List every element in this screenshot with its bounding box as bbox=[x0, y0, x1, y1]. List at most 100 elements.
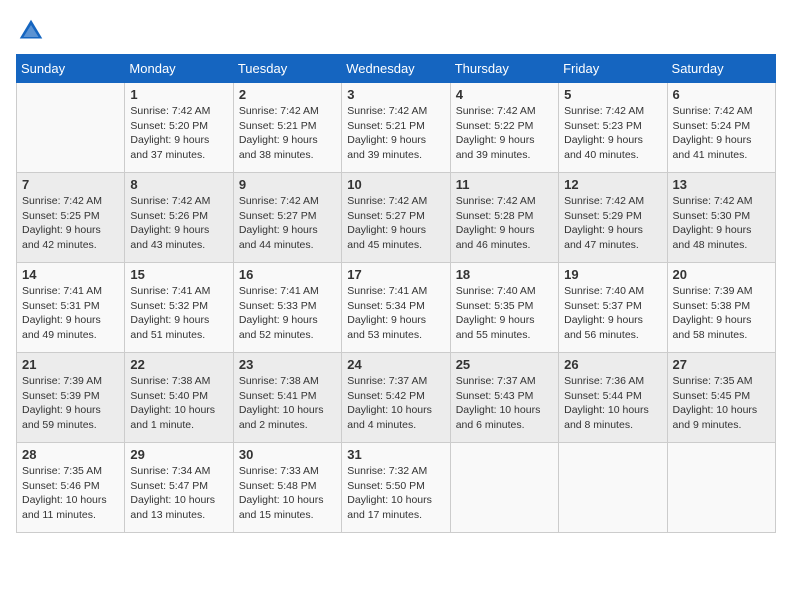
day-number: 25 bbox=[456, 357, 553, 372]
day-info: Sunrise: 7:42 AM Sunset: 5:21 PM Dayligh… bbox=[347, 104, 444, 163]
calendar-cell: 7 Sunrise: 7:42 AM Sunset: 5:25 PM Daylig… bbox=[17, 173, 125, 263]
day-number: 20 bbox=[673, 267, 770, 282]
day-of-week-header: Tuesday bbox=[233, 55, 341, 83]
calendar-cell: 21Sunrise: 7:39 AM Sunset: 5:39 PM Dayli… bbox=[17, 353, 125, 443]
day-info: Sunrise: 7:38 AM Sunset: 5:41 PM Dayligh… bbox=[239, 374, 336, 433]
calendar-cell bbox=[559, 443, 667, 533]
day-info: Sunrise: 7:36 AM Sunset: 5:44 PM Dayligh… bbox=[564, 374, 661, 433]
day-info: Sunrise: 7:42 AM Sunset: 5:26 PM Dayligh… bbox=[130, 194, 227, 253]
day-info: Sunrise: 7:40 AM Sunset: 5:35 PM Dayligh… bbox=[456, 284, 553, 343]
calendar-cell: 2 Sunrise: 7:42 AM Sunset: 5:21 PM Daylig… bbox=[233, 83, 341, 173]
day-number: 6 bbox=[673, 87, 770, 102]
day-number: 2 bbox=[239, 87, 336, 102]
day-info: Sunrise: 7:35 AM Sunset: 5:46 PM Dayligh… bbox=[22, 464, 119, 523]
calendar-cell: 29Sunrise: 7:34 AM Sunset: 5:47 PM Dayli… bbox=[125, 443, 233, 533]
calendar-body: 1Sunrise: 7:42 AM Sunset: 5:20 PM Daylig… bbox=[17, 83, 776, 533]
day-of-week-header: Sunday bbox=[17, 55, 125, 83]
calendar-cell: 11 Sunrise: 7:42 AM Sunset: 5:28 PM Dayli… bbox=[450, 173, 558, 263]
calendar-cell: 18Sunrise: 7:40 AM Sunset: 5:35 PM Dayli… bbox=[450, 263, 558, 353]
calendar-cell bbox=[450, 443, 558, 533]
calendar-week-row: 21Sunrise: 7:39 AM Sunset: 5:39 PM Dayli… bbox=[17, 353, 776, 443]
calendar-cell: 27 Sunrise: 7:35 AM Sunset: 5:45 PM Dayli… bbox=[667, 353, 775, 443]
calendar-cell: 24 Sunrise: 7:37 AM Sunset: 5:42 PM Dayli… bbox=[342, 353, 450, 443]
day-number: 30 bbox=[239, 447, 336, 462]
calendar-cell: 9 Sunrise: 7:42 AM Sunset: 5:27 PM Daylig… bbox=[233, 173, 341, 263]
day-number: 17 bbox=[347, 267, 444, 282]
day-info: Sunrise: 7:42 AM Sunset: 5:24 PM Dayligh… bbox=[673, 104, 770, 163]
day-info: Sunrise: 7:39 AM Sunset: 5:38 PM Dayligh… bbox=[673, 284, 770, 343]
day-info: Sunrise: 7:41 AM Sunset: 5:33 PM Dayligh… bbox=[239, 284, 336, 343]
day-info: Sunrise: 7:40 AM Sunset: 5:37 PM Dayligh… bbox=[564, 284, 661, 343]
calendar-cell: 16 Sunrise: 7:41 AM Sunset: 5:33 PM Dayli… bbox=[233, 263, 341, 353]
day-of-week-header: Thursday bbox=[450, 55, 558, 83]
day-info: Sunrise: 7:42 AM Sunset: 5:21 PM Dayligh… bbox=[239, 104, 336, 163]
calendar-cell: 14 Sunrise: 7:41 AM Sunset: 5:31 PM Dayli… bbox=[17, 263, 125, 353]
day-info: Sunrise: 7:41 AM Sunset: 5:34 PM Dayligh… bbox=[347, 284, 444, 343]
day-number: 28 bbox=[22, 447, 119, 462]
calendar-cell: 28 Sunrise: 7:35 AM Sunset: 5:46 PM Dayli… bbox=[17, 443, 125, 533]
day-number: 27 bbox=[673, 357, 770, 372]
calendar-week-row: 14 Sunrise: 7:41 AM Sunset: 5:31 PM Dayli… bbox=[17, 263, 776, 353]
day-info: Sunrise: 7:42 AM Sunset: 5:22 PM Dayligh… bbox=[456, 104, 553, 163]
logo-icon bbox=[16, 16, 46, 46]
day-info: Sunrise: 7:42 AM Sunset: 5:23 PM Dayligh… bbox=[564, 104, 661, 163]
day-number: 26 bbox=[564, 357, 661, 372]
day-of-week-header: Saturday bbox=[667, 55, 775, 83]
day-of-week-header: Friday bbox=[559, 55, 667, 83]
day-number: 3 bbox=[347, 87, 444, 102]
calendar-cell: 8 Sunrise: 7:42 AM Sunset: 5:26 PM Daylig… bbox=[125, 173, 233, 263]
day-number: 29 bbox=[130, 447, 227, 462]
day-info: Sunrise: 7:41 AM Sunset: 5:32 PM Dayligh… bbox=[130, 284, 227, 343]
day-number: 10 bbox=[347, 177, 444, 192]
day-info: Sunrise: 7:35 AM Sunset: 5:45 PM Dayligh… bbox=[673, 374, 770, 433]
day-info: Sunrise: 7:37 AM Sunset: 5:42 PM Dayligh… bbox=[347, 374, 444, 433]
calendar-cell: 3 Sunrise: 7:42 AM Sunset: 5:21 PM Daylig… bbox=[342, 83, 450, 173]
day-of-week-header: Wednesday bbox=[342, 55, 450, 83]
calendar-cell: 25 Sunrise: 7:37 AM Sunset: 5:43 PM Dayli… bbox=[450, 353, 558, 443]
day-info: Sunrise: 7:33 AM Sunset: 5:48 PM Dayligh… bbox=[239, 464, 336, 523]
calendar-cell: 15Sunrise: 7:41 AM Sunset: 5:32 PM Dayli… bbox=[125, 263, 233, 353]
day-number: 13 bbox=[673, 177, 770, 192]
calendar-cell: 31Sunrise: 7:32 AM Sunset: 5:50 PM Dayli… bbox=[342, 443, 450, 533]
calendar-cell: 22Sunrise: 7:38 AM Sunset: 5:40 PM Dayli… bbox=[125, 353, 233, 443]
calendar-cell: 23 Sunrise: 7:38 AM Sunset: 5:41 PM Dayli… bbox=[233, 353, 341, 443]
calendar-cell: 19 Sunrise: 7:40 AM Sunset: 5:37 PM Dayli… bbox=[559, 263, 667, 353]
calendar-cell: 20 Sunrise: 7:39 AM Sunset: 5:38 PM Dayli… bbox=[667, 263, 775, 353]
calendar-week-row: 7 Sunrise: 7:42 AM Sunset: 5:25 PM Daylig… bbox=[17, 173, 776, 263]
day-info: Sunrise: 7:38 AM Sunset: 5:40 PM Dayligh… bbox=[130, 374, 227, 433]
day-number: 1 bbox=[130, 87, 227, 102]
calendar-cell: 6 Sunrise: 7:42 AM Sunset: 5:24 PM Daylig… bbox=[667, 83, 775, 173]
day-info: Sunrise: 7:41 AM Sunset: 5:31 PM Dayligh… bbox=[22, 284, 119, 343]
calendar-cell: 17 Sunrise: 7:41 AM Sunset: 5:34 PM Dayli… bbox=[342, 263, 450, 353]
day-number: 19 bbox=[564, 267, 661, 282]
day-number: 11 bbox=[456, 177, 553, 192]
day-info: Sunrise: 7:32 AM Sunset: 5:50 PM Dayligh… bbox=[347, 464, 444, 523]
day-number: 23 bbox=[239, 357, 336, 372]
logo bbox=[16, 16, 50, 46]
day-number: 8 bbox=[130, 177, 227, 192]
calendar-week-row: 28 Sunrise: 7:35 AM Sunset: 5:46 PM Dayli… bbox=[17, 443, 776, 533]
day-number: 4 bbox=[456, 87, 553, 102]
day-number: 16 bbox=[239, 267, 336, 282]
calendar-week-row: 1Sunrise: 7:42 AM Sunset: 5:20 PM Daylig… bbox=[17, 83, 776, 173]
day-of-week-header: Monday bbox=[125, 55, 233, 83]
calendar-cell bbox=[667, 443, 775, 533]
calendar-header-row: SundayMondayTuesdayWednesdayThursdayFrid… bbox=[17, 55, 776, 83]
page-header bbox=[16, 16, 776, 46]
day-number: 14 bbox=[22, 267, 119, 282]
calendar-cell: 26 Sunrise: 7:36 AM Sunset: 5:44 PM Dayli… bbox=[559, 353, 667, 443]
day-info: Sunrise: 7:42 AM Sunset: 5:29 PM Dayligh… bbox=[564, 194, 661, 253]
day-number: 7 bbox=[22, 177, 119, 192]
day-number: 9 bbox=[239, 177, 336, 192]
calendar-cell: 12 Sunrise: 7:42 AM Sunset: 5:29 PM Dayli… bbox=[559, 173, 667, 263]
day-number: 5 bbox=[564, 87, 661, 102]
day-info: Sunrise: 7:42 AM Sunset: 5:28 PM Dayligh… bbox=[456, 194, 553, 253]
calendar-cell: 13Sunrise: 7:42 AM Sunset: 5:30 PM Dayli… bbox=[667, 173, 775, 263]
day-info: Sunrise: 7:42 AM Sunset: 5:27 PM Dayligh… bbox=[239, 194, 336, 253]
calendar-table: SundayMondayTuesdayWednesdayThursdayFrid… bbox=[16, 54, 776, 533]
day-number: 12 bbox=[564, 177, 661, 192]
day-info: Sunrise: 7:37 AM Sunset: 5:43 PM Dayligh… bbox=[456, 374, 553, 433]
day-info: Sunrise: 7:42 AM Sunset: 5:25 PM Dayligh… bbox=[22, 194, 119, 253]
calendar-cell: 30 Sunrise: 7:33 AM Sunset: 5:48 PM Dayli… bbox=[233, 443, 341, 533]
day-number: 24 bbox=[347, 357, 444, 372]
